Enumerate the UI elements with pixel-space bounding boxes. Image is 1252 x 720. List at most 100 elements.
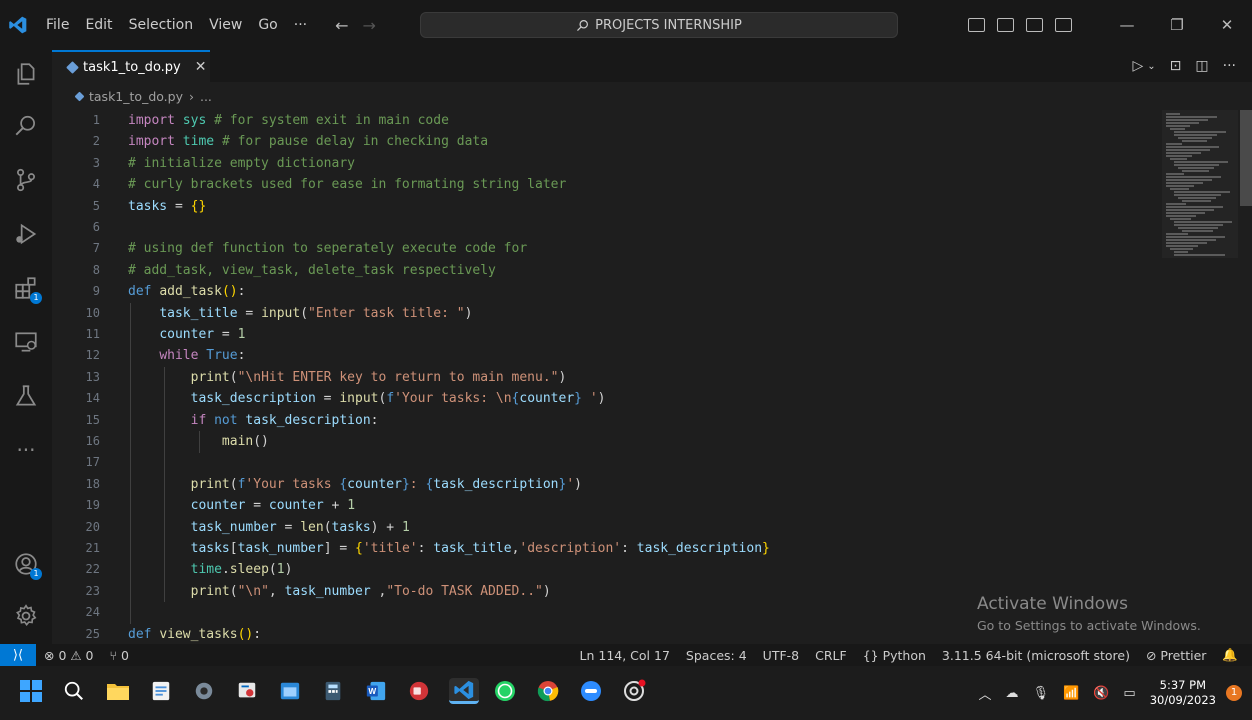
file-explorer-icon[interactable] [105,678,131,704]
vertical-scrollbar[interactable] [1238,110,1252,644]
indentation[interactable]: Spaces: 4 [678,648,755,663]
wifi-icon[interactable]: 📶 [1063,686,1079,701]
breadcrumb-more[interactable]: ... [200,89,212,104]
menu-view[interactable]: View [201,0,250,50]
code-line[interactable]: 3 # initialize empty dictionary [52,153,1162,174]
toggle-panel-icon[interactable] [997,18,1014,32]
chrome-profile-app-icon[interactable] [621,678,647,704]
watermark-subtitle: Go to Settings to activate Windows. [977,618,1201,633]
breadcrumb-file[interactable]: task1_to_do.py [89,89,183,104]
menu-selection[interactable]: Selection [121,0,202,50]
prettier-formatter[interactable]: ⊘ Prettier [1138,648,1214,663]
code-line[interactable]: 17 [52,452,1162,473]
taskbar-clock[interactable]: 5:37 PM 30/09/2023 [1150,678,1216,708]
code-line[interactable]: 6 [52,217,1162,238]
restore-button[interactable]: ❐ [1152,16,1202,34]
onedrive-cloud-icon[interactable]: ☁ [1006,686,1019,701]
notepad-app-icon[interactable] [148,678,174,704]
problems-indicator[interactable]: ⊗ 0 ⚠ 0 [36,648,102,663]
line-number: 11 [85,327,100,341]
code-line[interactable]: 20 task_number = len(tasks) + 1 [52,517,1162,538]
taskbar-search-icon[interactable] [61,678,87,704]
code-line[interactable]: 5 tasks = {} [52,196,1162,217]
extensions-icon[interactable]: 1 [0,264,52,312]
command-center-search[interactable]: PROJECTS INTERNSHIP [420,12,898,38]
back-arrow-icon[interactable]: ← [335,16,348,35]
cursor-position[interactable]: Ln 114, Col 17 [572,648,678,663]
calendar-app-icon[interactable] [277,678,303,704]
code-line[interactable]: 16 main() [52,431,1162,452]
run-python-file-icon[interactable]: ▷ [1133,58,1144,74]
testing-icon[interactable] [0,372,52,420]
minimap[interactable] [1162,110,1238,644]
ports-indicator[interactable]: ⑂ 0 [102,648,137,663]
more-actions-icon[interactable]: ··· [1223,58,1236,74]
minimap-line [1174,164,1219,166]
open-preview-icon[interactable]: ⊡ [1170,58,1182,74]
customize-layout-icon[interactable] [1055,18,1072,32]
code-line[interactable]: 15 if not task_description: [52,410,1162,431]
code-line[interactable]: 11 counter = 1 [52,324,1162,345]
notification-badge[interactable]: 1 [1226,685,1242,701]
code-line[interactable]: 8 # add_task, view_task, delete_task resp… [52,260,1162,281]
code-line[interactable]: 7 # using def function to seperately exec… [52,238,1162,259]
code-line[interactable]: 4 # curly brackets used for ease in forma… [52,174,1162,195]
language-mode[interactable]: {} Python [855,648,934,663]
explorer-icon[interactable] [0,50,52,98]
search-icon[interactable] [0,102,52,150]
minimap-line [1166,173,1184,175]
menu-go[interactable]: Go [250,0,285,50]
start-button-icon[interactable] [18,678,44,704]
source-control-icon[interactable] [0,156,52,204]
code-line[interactable]: 9 def add_task(): [52,281,1162,302]
show-hidden-icons-chevron-icon[interactable]: ︿ [979,684,992,703]
close-window-button[interactable]: ✕ [1202,16,1252,34]
close-tab-icon[interactable]: ✕ [195,59,207,75]
microphone-icon[interactable]: 🎙 [1033,686,1050,701]
tab-task1-to-do[interactable]: task1_to_do.py ✕ [52,50,210,82]
code-line[interactable]: 12 while True: [52,345,1162,366]
run-dropdown-chevron-icon[interactable]: ⌄ [1147,61,1155,72]
menu-more[interactable]: ··· [286,0,315,50]
calculator-app-icon[interactable] [320,678,346,704]
end-of-line[interactable]: CRLF [807,648,855,663]
more-views-icon[interactable]: ··· [0,426,52,474]
code-editor[interactable]: 1 import sys # for system exit in main co… [52,110,1162,644]
python-interpreter[interactable]: 3.11.5 64-bit (microsoft store) [934,648,1138,663]
code-line[interactable]: 22 time.sleep(1) [52,559,1162,580]
split-editor-icon[interactable]: ◫ [1195,58,1208,74]
toggle-primary-sidebar-icon[interactable] [968,18,985,32]
file-encoding[interactable]: UTF-8 [755,648,807,663]
chrome-app-icon[interactable] [535,678,561,704]
accounts-icon[interactable]: 1 [0,540,52,588]
code-line[interactable]: 21 tasks[task_number] = {'title': task_t… [52,538,1162,559]
battery-icon[interactable]: ▭ [1123,686,1135,701]
minimize-button[interactable]: — [1102,16,1152,34]
code-line[interactable]: 1 import sys # for system exit in main co… [52,110,1162,131]
code-line[interactable]: 2 import time # for pause delay in checki… [52,131,1162,152]
scrollbar-thumb[interactable] [1240,110,1252,206]
whatsapp-app-icon[interactable] [492,678,518,704]
office-app-icon[interactable] [406,678,432,704]
line-number: 15 [85,412,100,427]
code-line[interactable]: 13 print("\nHit ENTER key to return to m… [52,367,1162,388]
code-line[interactable]: 19 counter = counter + 1 [52,495,1162,516]
zoom-app-icon[interactable] [578,678,604,704]
remote-indicator-icon[interactable]: ⟩⟨ [0,644,36,666]
code-line[interactable]: 10 task_title = input("Enter task title:… [52,303,1162,324]
vscode-taskbar-icon[interactable] [449,678,479,704]
snipping-tool-icon[interactable] [234,678,260,704]
settings-gear-icon[interactable] [0,592,52,640]
forward-arrow-icon[interactable]: → [363,16,376,35]
menu-file[interactable]: File [36,0,77,50]
menu-edit[interactable]: Edit [77,0,120,50]
toggle-secondary-sidebar-icon[interactable] [1026,18,1043,32]
run-and-debug-icon[interactable] [0,210,52,258]
word-app-icon[interactable]: W [363,678,389,704]
code-line[interactable]: 14 task_description = input(f'Your tasks… [52,388,1162,409]
settings-app-icon[interactable] [191,678,217,704]
volume-muted-icon[interactable]: 🔇 [1093,686,1109,701]
notifications-bell-icon[interactable]: 🔔 [1214,647,1252,663]
remote-explorer-icon[interactable] [0,318,52,366]
code-line[interactable]: 18 print(f'Your tasks {counter}: {task_d… [52,474,1162,495]
